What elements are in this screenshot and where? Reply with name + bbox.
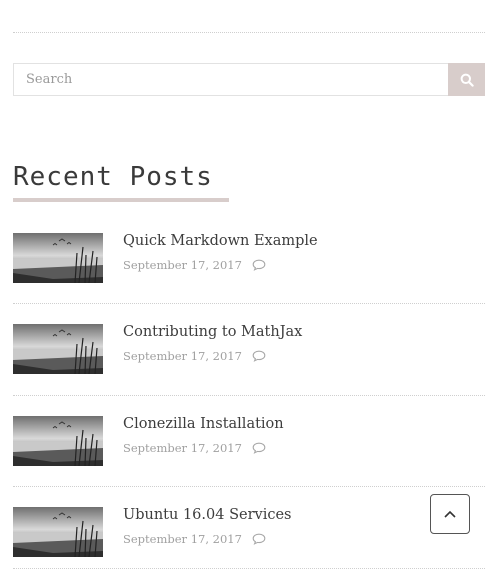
- heading-underline: [13, 198, 229, 202]
- post-title-link[interactable]: Quick Markdown Example: [123, 233, 318, 249]
- post-divider: [13, 568, 485, 569]
- post-meta: September 17, 2017: [123, 532, 266, 546]
- post-date: September 17, 2017: [123, 532, 242, 546]
- comment-icon[interactable]: [252, 533, 266, 545]
- post-title-link[interactable]: Contributing to MathJax: [123, 324, 302, 340]
- list-item: Contributing to MathJax September 17, 20…: [13, 324, 485, 376]
- post-meta: September 17, 2017: [123, 349, 266, 363]
- post-thumbnail[interactable]: [13, 324, 103, 374]
- chevron-up-icon: [444, 510, 456, 518]
- list-item: Quick Markdown Example September 17, 201…: [13, 233, 485, 285]
- post-date: September 17, 2017: [123, 258, 242, 272]
- search-button[interactable]: [448, 63, 485, 96]
- post-title-link[interactable]: Clonezilla Installation: [123, 416, 284, 432]
- comment-icon[interactable]: [252, 350, 266, 362]
- post-meta: September 17, 2017: [123, 258, 266, 272]
- comment-icon[interactable]: [252, 442, 266, 454]
- post-date: September 17, 2017: [123, 349, 242, 363]
- post-title-link[interactable]: Ubuntu 16.04 Services: [123, 507, 292, 523]
- recent-posts-heading: Recent Posts: [13, 162, 213, 192]
- post-divider: [13, 395, 485, 396]
- list-item: Ubuntu 16.04 Services September 17, 2017: [13, 507, 485, 559]
- search-form: [13, 63, 485, 96]
- comment-icon[interactable]: [252, 259, 266, 271]
- search-input[interactable]: [13, 63, 448, 96]
- post-thumbnail[interactable]: [13, 507, 103, 557]
- post-date: September 17, 2017: [123, 441, 242, 455]
- search-icon: [460, 73, 474, 87]
- post-thumbnail[interactable]: [13, 233, 103, 283]
- post-divider: [13, 486, 485, 487]
- back-to-top-button[interactable]: [430, 494, 470, 534]
- list-item: Clonezilla Installation September 17, 20…: [13, 416, 485, 468]
- post-thumbnail[interactable]: [13, 416, 103, 466]
- post-meta: September 17, 2017: [123, 441, 266, 455]
- post-divider: [13, 303, 485, 304]
- section-divider: [13, 32, 485, 33]
